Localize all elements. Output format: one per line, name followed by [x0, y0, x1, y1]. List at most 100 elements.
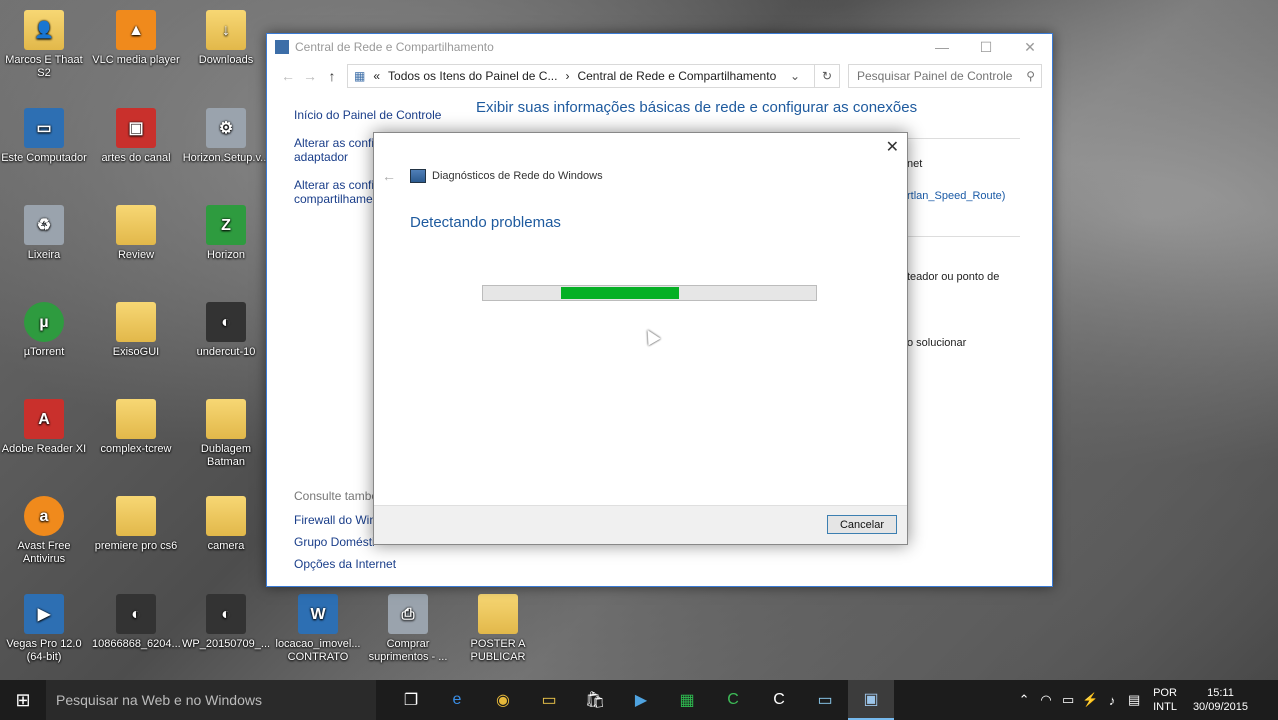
- windows-start-icon[interactable]: ⊞: [0, 680, 46, 720]
- desktop-icon-utorrent[interactable]: µ µTorrent: [0, 302, 88, 359]
- clock[interactable]: 15:11 30/09/2015: [1193, 686, 1248, 714]
- downloads-folder-icon: ↓: [206, 10, 246, 50]
- computer-icon: ▭: [24, 108, 64, 148]
- control-panel-icon: ▦: [354, 69, 366, 83]
- folder-icon: [478, 594, 518, 634]
- link-internet-options[interactable]: Opções da Internet: [294, 557, 484, 571]
- folder-icon: [116, 205, 156, 245]
- desktop-icon-este-computador[interactable]: ▭ Este Computador: [0, 108, 88, 165]
- back-arrow-icon[interactable]: ←: [382, 168, 396, 184]
- adobe-reader-icon: A: [24, 399, 64, 439]
- dialog-title: Diagnósticos de Rede do Windows: [432, 170, 603, 182]
- desktop-icon-wp[interactable]: ◐ WP_20150709_...: [182, 594, 270, 651]
- troubleshoot-text-fragment: o solucionar: [907, 337, 967, 349]
- file-explorer-icon[interactable]: ▭: [526, 680, 572, 720]
- horizon-app-icon: Z: [206, 205, 246, 245]
- desktop-icon-downloads[interactable]: ↓ Downloads: [182, 10, 270, 67]
- desktop-icon-dublagem[interactable]: Dublagem Batman: [182, 399, 270, 469]
- language-indicator[interactable]: POR INTL: [1153, 686, 1177, 714]
- search-icon[interactable]: ⚲: [1026, 69, 1035, 83]
- chevron-down-icon[interactable]: ⌄: [790, 69, 800, 83]
- network-diagnostics-icon[interactable]: ▣: [848, 680, 894, 720]
- search-input[interactable]: [855, 68, 1027, 84]
- link-control-panel-home[interactable]: Início do Painel de Controle: [294, 108, 484, 122]
- chrome-icon[interactable]: ◉: [480, 680, 526, 720]
- taskbar: ⊞ Pesquisar na Web e no Windows ❐ e ◉ ▭ …: [0, 680, 1278, 720]
- back-arrow-icon[interactable]: ←: [277, 68, 299, 84]
- camtasia-dark-icon[interactable]: C: [756, 680, 802, 720]
- desktop-icon-vegas[interactable]: ▶ Vegas Pro 12.0 (64-bit): [0, 594, 88, 664]
- search-field[interactable]: ⚲: [848, 64, 1042, 88]
- link-change-adapter-line2: adaptador: [294, 150, 349, 164]
- link-change-sharing-line1: Alterar as config: [294, 178, 381, 192]
- refresh-icon[interactable]: ↻: [815, 64, 840, 88]
- battery-icon[interactable]: ▭: [1057, 692, 1079, 708]
- plug-icon[interactable]: ⚡: [1079, 692, 1101, 708]
- word-doc-icon: W: [298, 594, 338, 634]
- minimize-icon[interactable]: —: [920, 39, 964, 55]
- keyboard-layout: INTL: [1153, 701, 1177, 713]
- chevron-up-icon[interactable]: ⌃: [1013, 692, 1035, 708]
- desktop-icon-artes[interactable]: ▣ artes do canal: [92, 108, 180, 165]
- progress-bar-fill: [561, 287, 680, 299]
- maximize-icon[interactable]: ☐: [964, 39, 1008, 56]
- close-icon[interactable]: ✕: [886, 137, 899, 157]
- desktop-icon-premiere[interactable]: premiere pro cs6: [92, 496, 180, 553]
- video-app-icon[interactable]: ▶: [618, 680, 664, 720]
- desktop-icon-exisogui[interactable]: ExisoGUI: [92, 302, 180, 359]
- desktop-icon-adobe-reader[interactable]: A Adobe Reader XI: [0, 399, 88, 456]
- folder-icon: [116, 302, 156, 342]
- edge-icon[interactable]: e: [434, 680, 480, 720]
- status-heading: Detectando problemas: [410, 214, 561, 231]
- desktop-icon-horizon-setup[interactable]: ⚙ Horizon.Setup.v...: [182, 108, 270, 165]
- volume-icon[interactable]: ♪: [1101, 693, 1123, 708]
- breadcrumb-network-center[interactable]: Central de Rede e Compartilhamento: [577, 69, 781, 83]
- taskbar-search[interactable]: Pesquisar na Web e no Windows: [46, 680, 376, 720]
- network-access-fragment: net: [907, 158, 923, 170]
- desktop-icon-comprar[interactable]: ⎙ Comprar suprimentos - ...: [364, 594, 452, 664]
- setup-icon: ⚙: [206, 108, 246, 148]
- desktop-icon-horizon[interactable]: Z Horizon: [182, 205, 270, 262]
- taskbar-apps: ❐ e ◉ ▭ 🛍 ▶ ▦ C C ▭ ▣: [388, 680, 894, 720]
- network-diagnostics-icon: [410, 169, 426, 183]
- desktop-icon-undercut[interactable]: ◐ undercut-10: [182, 302, 270, 359]
- connection-link-fragment[interactable]: rtlan_Speed_Route): [907, 190, 1005, 202]
- address-row: ← → ↑ ▦ « Todos os Itens do Painel de C.…: [267, 60, 1052, 92]
- clock-time: 15:11: [1207, 687, 1234, 699]
- desktop-icon-review[interactable]: Review: [92, 205, 180, 262]
- window-titlebar[interactable]: Central de Rede e Compartilhamento — ☐ ✕: [267, 34, 1052, 60]
- task-view-icon[interactable]: ❐: [388, 680, 434, 720]
- utorrent-icon: µ: [24, 302, 64, 342]
- action-center-icon[interactable]: ▤: [1123, 692, 1145, 708]
- window-app-icon[interactable]: ▭: [802, 680, 848, 720]
- desktop-icon-poster[interactable]: POSTER A PUBLICAR: [454, 594, 542, 664]
- folder-icon: [206, 399, 246, 439]
- network-icon[interactable]: ◠: [1035, 692, 1057, 708]
- cancel-button[interactable]: Cancelar: [827, 515, 897, 534]
- breadcrumb-separator-icon: ›: [565, 69, 570, 83]
- close-icon[interactable]: ✕: [1008, 39, 1052, 56]
- forward-arrow-icon[interactable]: →: [299, 68, 321, 84]
- image-folder-icon: ▣: [116, 108, 156, 148]
- desktop-icon-locacao[interactable]: Wlocacao_imovel... CONTRATO: [274, 594, 362, 664]
- vegas-icon: ▶: [24, 594, 64, 634]
- spreadsheet-app-icon[interactable]: ▦: [664, 680, 710, 720]
- camtasia-icon[interactable]: C: [710, 680, 756, 720]
- desktop-icon-avast[interactable]: a Avast Free Antivirus: [0, 496, 88, 566]
- breadcrumb-chevron[interactable]: «: [373, 69, 380, 83]
- desktop-icon-camera[interactable]: camera: [182, 496, 270, 553]
- main-heading: Exibir suas informações básicas de rede …: [476, 99, 918, 116]
- store-icon[interactable]: 🛍: [572, 680, 618, 720]
- avast-icon: a: [24, 496, 64, 536]
- router-text-fragment: teador ou ponto de: [907, 271, 1000, 283]
- desktop-icon-photo-1086[interactable]: ◐ 10866868_6204...: [92, 594, 181, 651]
- desktop-icon-marcos[interactable]: 👤 Marcos E Thaat S2: [0, 10, 88, 80]
- up-arrow-icon[interactable]: ↑: [321, 68, 343, 84]
- desktop-icon-complex-tcrew[interactable]: complex-tcrew: [92, 399, 180, 456]
- desktop-icon-lixeira[interactable]: ♻ Lixeira: [0, 205, 88, 262]
- user-folder-icon: 👤: [24, 10, 64, 50]
- address-bar[interactable]: ▦ « Todos os Itens do Painel de C... › C…: [347, 64, 815, 88]
- printer-icon: ⎙: [388, 594, 428, 634]
- breadcrumb-all-items[interactable]: Todos os Itens do Painel de C...: [388, 69, 557, 83]
- desktop-icon-vlc[interactable]: ▲ VLC media player: [92, 10, 180, 67]
